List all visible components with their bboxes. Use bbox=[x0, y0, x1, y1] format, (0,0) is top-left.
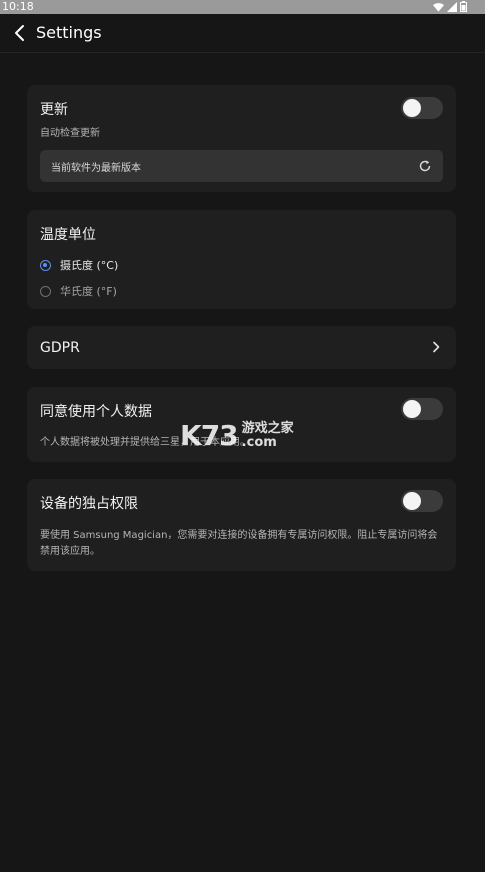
status-bar: 10:18 bbox=[0, 0, 485, 14]
radio-fahrenheit-label: 华氏度 (°F) bbox=[60, 285, 117, 298]
toggle-knob bbox=[403, 400, 421, 418]
device-access-toggle[interactable] bbox=[401, 490, 443, 512]
temperature-card: 温度单位 摄氏度 (°C) 华氏度 (°F) bbox=[27, 210, 456, 309]
auto-update-toggle[interactable] bbox=[401, 97, 443, 119]
chevron-right-icon bbox=[433, 341, 440, 353]
status-icons bbox=[433, 1, 467, 12]
toggle-knob bbox=[403, 99, 421, 117]
personal-data-description: 个人数据将被处理并提供给三星，用于本应用。 bbox=[40, 437, 250, 448]
device-access-card: 设备的独占权限 要使用 Samsung Magician，您需要对连接的设备拥有… bbox=[27, 479, 456, 571]
signal-icon bbox=[447, 1, 457, 12]
version-status-box: 当前软件为最新版本 bbox=[40, 150, 443, 182]
refresh-icon[interactable] bbox=[418, 159, 432, 173]
update-subtitle: 自动检查更新 bbox=[40, 128, 100, 139]
radio-celsius-indicator bbox=[40, 259, 51, 271]
page-title: Settings bbox=[36, 23, 102, 42]
personal-data-card: 同意使用个人数据 个人数据将被处理并提供给三星，用于本应用。 bbox=[27, 387, 456, 462]
gdpr-title: GDPR bbox=[40, 340, 80, 356]
app-bar: Settings bbox=[0, 14, 485, 53]
update-card: 更新 自动检查更新 当前软件为最新版本 bbox=[27, 85, 456, 192]
device-access-title: 设备的独占权限 bbox=[40, 496, 138, 512]
update-title: 更新 bbox=[40, 102, 68, 118]
temperature-title: 温度单位 bbox=[40, 227, 96, 243]
personal-data-title: 同意使用个人数据 bbox=[40, 404, 152, 420]
version-status-text: 当前软件为最新版本 bbox=[51, 163, 141, 174]
battery-icon bbox=[460, 1, 467, 12]
radio-fahrenheit[interactable]: 华氏度 (°F) bbox=[40, 283, 117, 299]
status-time: 10:18 bbox=[2, 0, 34, 13]
personal-data-toggle[interactable] bbox=[401, 398, 443, 420]
gdpr-row[interactable]: GDPR bbox=[27, 326, 456, 369]
radio-celsius[interactable]: 摄氏度 (°C) bbox=[40, 257, 118, 273]
radio-celsius-label: 摄氏度 (°C) bbox=[60, 259, 119, 272]
toggle-knob bbox=[403, 492, 421, 510]
wifi-icon bbox=[433, 2, 444, 12]
back-arrow-icon[interactable] bbox=[10, 23, 30, 43]
device-access-description: 要使用 Samsung Magician，您需要对连接的设备拥有专属访问权限。阻… bbox=[40, 530, 438, 557]
radio-fahrenheit-indicator bbox=[40, 285, 51, 297]
